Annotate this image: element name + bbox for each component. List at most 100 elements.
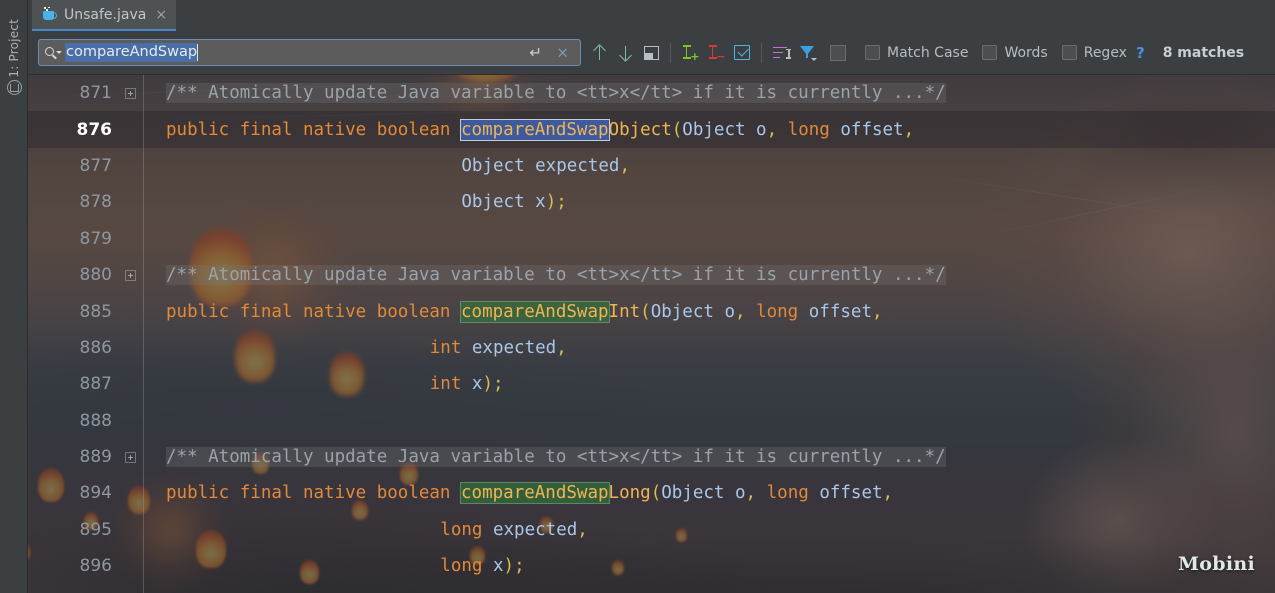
code-token: expected <box>461 337 557 358</box>
select-all-occurrences-button[interactable] <box>729 40 755 66</box>
remove-occurrence-icon: − <box>708 44 726 62</box>
checkbox-icon[interactable] <box>982 45 998 60</box>
code-token: long <box>787 119 830 140</box>
code-editor[interactable]: 871 /** Atomically update Java variable t… <box>28 75 1275 593</box>
code-line[interactable]: 876 public final native boolean compareAn… <box>28 111 1275 149</box>
find-previous-button[interactable] <box>586 40 612 66</box>
code-token: long <box>766 483 809 504</box>
code-token: Object o <box>661 483 746 504</box>
code-token: public final native boolean <box>166 119 462 140</box>
code-line[interactable]: 878 Object x); <box>28 184 1275 220</box>
project-tab-label: 1: Project <box>7 18 21 78</box>
code-token: offset <box>829 119 904 140</box>
fold-plus-icon <box>124 87 136 99</box>
filter-funnel-button[interactable] <box>794 40 820 66</box>
code-token: ); <box>503 556 525 577</box>
regex-checkbox[interactable]: Regex <box>1061 45 1127 61</box>
code-token: expected <box>482 519 578 540</box>
select-all-button[interactable] <box>638 40 664 66</box>
code-token: , <box>577 519 588 540</box>
filter-list-button[interactable] <box>768 40 794 66</box>
list-filter-icon <box>772 46 791 60</box>
code-text: int x); <box>144 366 1275 402</box>
search-clear-icon[interactable]: × <box>556 45 569 60</box>
code-line[interactable]: 871 /** Atomically update Java variable t… <box>28 75 1275 111</box>
match-case-checkbox[interactable]: Match Case <box>865 45 968 61</box>
code-line[interactable]: 888 <box>28 403 1275 439</box>
tab-unsafe-java[interactable]: Unsafe.java × <box>32 0 177 31</box>
code-token: , <box>872 301 883 322</box>
toolbar-separator <box>670 42 671 63</box>
line-number: 896 <box>79 556 112 577</box>
code-token: ( <box>650 483 662 504</box>
remove-occurrence-button[interactable]: − <box>703 40 729 66</box>
code-token: , <box>882 483 894 504</box>
checkbox-check-icon <box>734 45 750 60</box>
code-text: /** Atomically update Java variable to <… <box>144 75 1275 111</box>
code-line[interactable]: 879 <box>28 221 1275 257</box>
help-icon[interactable]: ? <box>1136 44 1145 62</box>
structure-icon[interactable] <box>7 80 22 95</box>
search-icon[interactable] <box>45 45 65 61</box>
search-match: compareAndSwap <box>460 300 610 323</box>
code-line[interactable]: 877 Object expected, <box>28 148 1275 184</box>
code-token: ); <box>545 192 567 213</box>
words-checkbox[interactable]: Words <box>982 44 1048 61</box>
line-number: 879 <box>79 228 112 249</box>
add-occurrence-icon: + <box>682 44 700 62</box>
checkbox-icon[interactable] <box>865 45 880 60</box>
close-icon[interactable]: × <box>155 8 167 22</box>
code-token: x <box>482 556 504 577</box>
code-token: , <box>556 337 567 358</box>
code-text: /** Atomically update Java variable to <… <box>144 439 1275 475</box>
code-token: Object expected <box>461 155 620 176</box>
line-number: 876 <box>76 119 113 140</box>
funnel-icon <box>799 45 817 61</box>
line-number: 885 <box>79 301 112 322</box>
line-number: 886 <box>79 337 112 358</box>
fold-plus-icon <box>124 451 136 463</box>
search-enter-icon[interactable]: ↵ <box>529 45 542 60</box>
fold-expand-icon[interactable] <box>116 451 144 463</box>
watermark: Mobini <box>1177 553 1255 575</box>
code-text: Object x); <box>144 184 1275 220</box>
preserve-case-button[interactable] <box>825 40 851 66</box>
code-token: long <box>440 556 483 577</box>
code-token: , <box>734 301 746 322</box>
arrow-down-icon <box>619 45 632 61</box>
code-token: , <box>619 155 630 176</box>
code-line[interactable]: 887 int x); <box>28 366 1275 402</box>
text-caret <box>197 44 199 61</box>
code-token: /** Atomically update Java variable to <… <box>166 447 946 468</box>
fold-expand-icon[interactable] <box>116 269 144 281</box>
search-match: compareAndSwap <box>460 482 610 505</box>
code-token: ( <box>640 301 651 322</box>
words-label: Words <box>1004 44 1048 61</box>
code-token: ( <box>671 119 683 140</box>
code-line[interactable]: 896 long x); <box>28 548 1275 584</box>
fold-expand-icon[interactable] <box>116 87 144 99</box>
code-token: Object <box>608 119 672 140</box>
find-next-button[interactable] <box>612 40 638 66</box>
code-line[interactable]: 886 int expected, <box>28 330 1275 366</box>
code-line[interactable]: 894 public final native boolean compareAn… <box>28 475 1275 511</box>
code-token: /** Atomically update Java variable to <… <box>166 265 946 286</box>
line-number: 888 <box>79 410 112 431</box>
search-input[interactable]: compareAndSwap ↵ × <box>38 39 581 66</box>
add-occurrence-button[interactable]: + <box>677 40 703 66</box>
code-token: int <box>429 374 462 395</box>
line-number: 887 <box>79 374 112 395</box>
code-token: offset <box>798 301 872 322</box>
code-token: Int <box>608 301 641 322</box>
code-text: /** Atomically update Java variable to <… <box>144 257 1275 293</box>
code-line[interactable]: 885 public final native boolean compareAn… <box>28 293 1275 329</box>
code-line[interactable]: 889 /** Atomically update Java variable t… <box>28 439 1275 475</box>
line-number: 895 <box>79 519 112 540</box>
code-line[interactable]: 895 long expected, <box>28 512 1275 548</box>
code-token: long <box>440 519 483 540</box>
code-line[interactable]: 880 /** Atomically update Java variable t… <box>28 257 1275 293</box>
sidebar-item-project[interactable]: 1: Project <box>0 4 28 92</box>
checkbox-icon[interactable] <box>1061 45 1077 60</box>
code-token: Long <box>608 483 651 504</box>
